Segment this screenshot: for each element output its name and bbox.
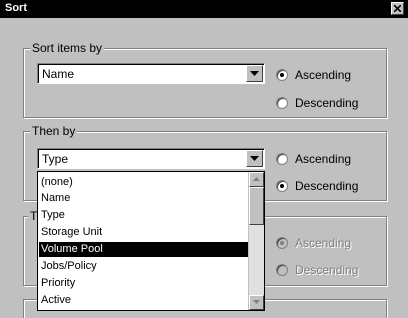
- sort-items-by-combo[interactable]: Name: [37, 63, 265, 84]
- then-ascending-radio[interactable]: Ascending: [276, 152, 376, 168]
- then-by-dropdown-button[interactable]: [246, 150, 263, 167]
- sort-ascending-radio[interactable]: Ascending: [276, 68, 376, 84]
- list-item[interactable]: Name: [39, 191, 248, 206]
- scroll-down-button[interactable]: [249, 295, 264, 310]
- radio-selected-dot: [280, 241, 284, 245]
- sort-items-by-value: Name: [42, 67, 75, 81]
- list-item[interactable]: (none): [39, 175, 248, 190]
- list-item-selected[interactable]: Volume Pool: [39, 242, 248, 257]
- sort-descending-label: Descending: [295, 96, 359, 110]
- radio-selected-dot: [280, 184, 284, 188]
- list-item[interactable]: Type: [39, 208, 248, 223]
- close-button[interactable]: [391, 2, 404, 15]
- then-by-value: Type: [42, 152, 69, 166]
- then-descending-radio[interactable]: Descending: [276, 179, 376, 195]
- list-item[interactable]: Jobs/Policy: [39, 259, 248, 274]
- radio-circle: [276, 153, 288, 165]
- radio-selected-dot: [280, 73, 284, 77]
- third-ascending-radio: Ascending: [276, 236, 376, 252]
- chevron-down-icon: [250, 71, 259, 76]
- then-by-label: Then by: [30, 124, 78, 138]
- then-ascending-label: Ascending: [295, 152, 352, 166]
- window-title: Sort: [5, 2, 27, 14]
- close-icon: [394, 5, 401, 12]
- radio-circle: [276, 180, 288, 192]
- title-bar: Sort: [0, 0, 408, 18]
- sort-descending-radio[interactable]: Descending: [276, 96, 376, 112]
- chevron-up-icon: [253, 177, 260, 181]
- sort-dialog: Sort Sort items by Name Ascending Descen…: [0, 0, 408, 318]
- sort-items-by-dropdown-button[interactable]: [246, 65, 263, 82]
- then-descending-label: Descending: [295, 179, 359, 193]
- sort-ascending-label: Ascending: [295, 68, 352, 82]
- third-ascending-label: Ascending: [295, 236, 352, 250]
- then-by-combo[interactable]: Type: [37, 148, 265, 169]
- scroll-thumb[interactable]: [249, 187, 264, 225]
- third-descending-radio: Descending: [276, 263, 376, 279]
- scroll-up-button[interactable]: [249, 172, 264, 187]
- list-item[interactable]: Storage Unit: [39, 225, 248, 240]
- list-item[interactable]: Priority: [39, 276, 248, 291]
- third-descending-label: Descending: [295, 263, 359, 277]
- list-item[interactable]: Active: [39, 293, 248, 308]
- chevron-down-icon: [253, 300, 260, 304]
- radio-circle: [276, 97, 288, 109]
- dropdown-scrollbar[interactable]: [248, 172, 264, 310]
- then-by-dropdown-list[interactable]: (none) Name Type Storage Unit Volume Poo…: [37, 171, 265, 311]
- radio-circle: [276, 69, 288, 81]
- sort-items-by-label: Sort items by: [30, 41, 105, 55]
- radio-circle: [276, 264, 288, 276]
- chevron-down-icon: [250, 156, 259, 161]
- radio-circle: [276, 237, 288, 249]
